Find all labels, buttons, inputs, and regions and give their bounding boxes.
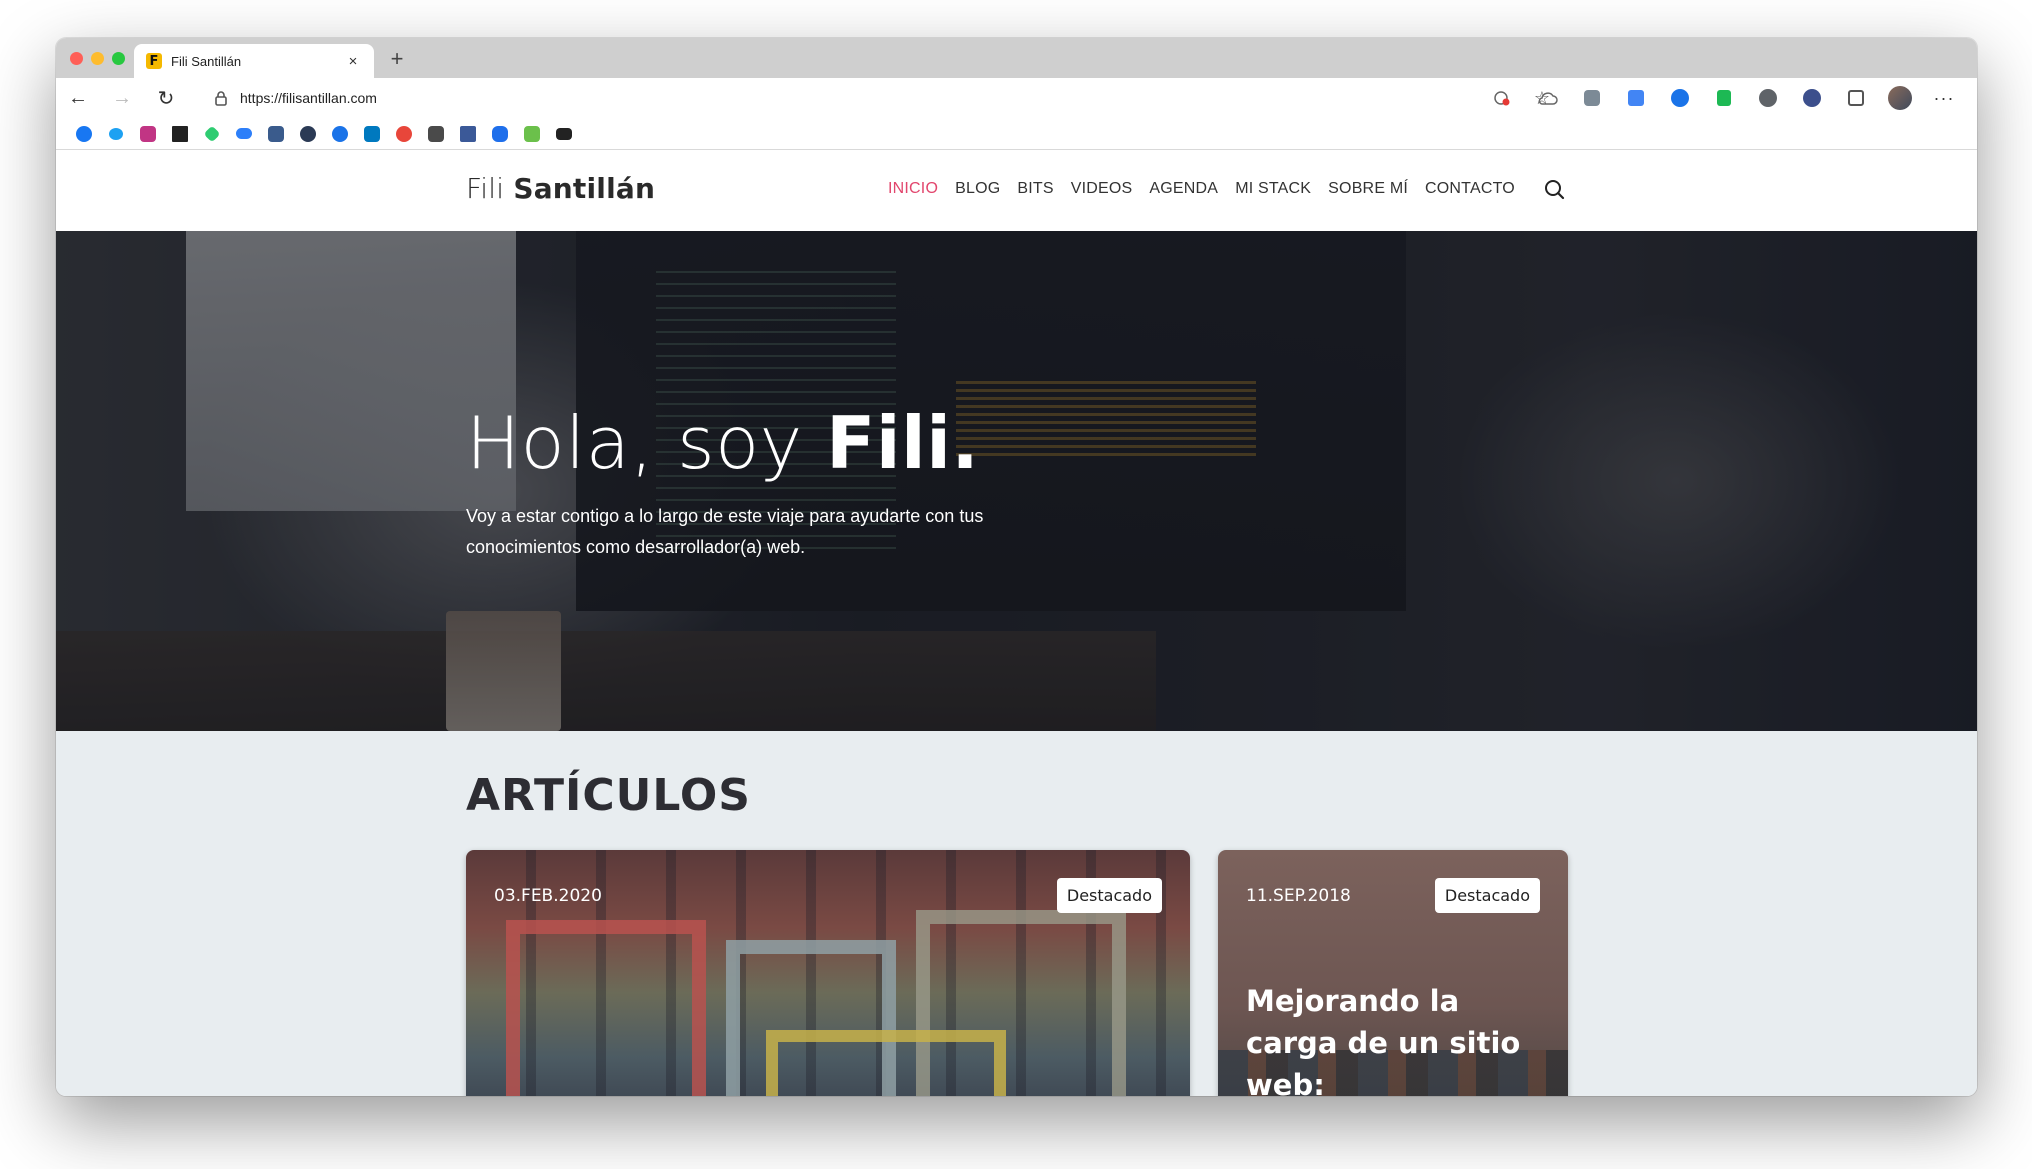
nav-contacto[interactable]: CONTACTO — [1425, 180, 1515, 198]
site-favicon-icon: F — [146, 53, 162, 69]
reload-button[interactable]: ↻ — [144, 78, 188, 118]
bookmark-lt-icon[interactable] — [548, 118, 580, 150]
hero-title-light: Hola, soy — [466, 401, 827, 485]
address-bar[interactable]: https://filisantillan.com ☆ — [200, 82, 1562, 114]
hero-title-bold: Fili. — [826, 401, 980, 485]
bookmark-twitter-icon[interactable] — [100, 118, 132, 150]
bookmark-cloud-icon[interactable] — [228, 118, 260, 150]
maximize-window-button[interactable] — [112, 52, 125, 65]
forward-button[interactable]: → — [100, 78, 144, 118]
hero-title: Hola, soy Fili. — [466, 401, 979, 485]
hero-banner: Hola, soy Fili. Voy a estar contigo a lo… — [56, 231, 1977, 731]
url-text[interactable]: https://filisantillan.com — [240, 90, 1482, 106]
bookmark-facebook-icon[interactable] — [68, 118, 100, 150]
nav-inicio[interactable]: INICIO — [888, 180, 938, 198]
close-window-button[interactable] — [70, 52, 83, 65]
tab-title: Fili Santillán — [171, 53, 242, 69]
lock-icon[interactable] — [214, 90, 228, 106]
nav-sobre-mi[interactable]: SOBRE MÍ — [1328, 180, 1408, 198]
recycle-extension-icon[interactable] — [1570, 78, 1614, 118]
bookmark-tweetdeck-icon[interactable] — [292, 118, 324, 150]
site-header: Fili Santillán INICIO BLOG BITS VIDEOS A… — [56, 150, 1977, 231]
nav-agenda[interactable]: AGENDA — [1149, 180, 1218, 198]
vpn-extension-icon[interactable] — [1702, 78, 1746, 118]
nav-mi-stack[interactable]: MI STACK — [1235, 180, 1311, 198]
hero-subtitle: Voy a estar contigo a lo largo de este v… — [466, 506, 984, 557]
tab-strip: F Fili Santillán × + — [56, 38, 1977, 78]
bookmark-unsplash-icon[interactable] — [164, 118, 196, 150]
main-navigation: INICIO BLOG BITS VIDEOS AGENDA MI STACK … — [888, 180, 1515, 198]
article-date: 11.SEP.2018 — [1246, 886, 1351, 906]
bookmark-chat-icon[interactable] — [484, 118, 516, 150]
bookmark-feedly-icon[interactable] — [196, 118, 228, 150]
back-button[interactable]: ← — [56, 78, 100, 118]
bookmark-at-icon[interactable] — [388, 118, 420, 150]
nav-bits[interactable]: BITS — [1017, 180, 1053, 198]
bookmarks-bar — [56, 118, 1977, 150]
tab-close-icon[interactable]: × — [344, 53, 362, 70]
window-controls — [70, 52, 125, 65]
tracking-prevention-icon[interactable] — [1482, 82, 1522, 114]
bookmark-grammarly-icon[interactable] — [324, 118, 356, 150]
logo-first-name: Fili — [466, 172, 505, 205]
article-date: 03.FEB.2020 — [494, 886, 602, 906]
articles-section-title: ARTÍCULOS — [466, 770, 751, 821]
collections-icon[interactable] — [1834, 78, 1878, 118]
browser-toolbar: ← → ↻ https://filisantillan.com ☆ ··· — [56, 78, 1977, 118]
tab-active[interactable]: F Fili Santillán × — [134, 44, 374, 78]
browser-window: F Fili Santillán × + ← → ↻ https://filis… — [56, 38, 1977, 1096]
logo-last-name: Santillán — [513, 172, 656, 205]
translate-extension-icon[interactable] — [1614, 78, 1658, 118]
profile-avatar[interactable] — [1878, 78, 1922, 118]
bookmark-calendar-icon[interactable] — [420, 118, 452, 150]
minimize-window-button[interactable] — [91, 52, 104, 65]
new-tab-button[interactable]: + — [384, 46, 410, 72]
more-menu-icon[interactable]: ··· — [1922, 78, 1966, 118]
cloud-extension-icon[interactable] — [1526, 78, 1570, 118]
bookmark-mail-icon[interactable] — [260, 118, 292, 150]
hero-overlay — [56, 231, 1977, 731]
web-page: Fili Santillán INICIO BLOG BITS VIDEOS A… — [56, 150, 1977, 1096]
card-image-frame — [766, 1030, 1006, 1096]
article-card[interactable]: 11.SEP.2018 Destacado Mejorando la carga… — [1218, 850, 1568, 1096]
site-logo[interactable]: Fili Santillán — [466, 172, 655, 205]
nav-blog[interactable]: BLOG — [955, 180, 1000, 198]
tools-extension-icon[interactable] — [1790, 78, 1834, 118]
search-icon[interactable] — [1541, 176, 1569, 204]
card-image-frame — [506, 920, 706, 1096]
extensions-bar: ··· — [1526, 78, 1966, 118]
article-card[interactable]: 03.FEB.2020 Destacado — [466, 850, 1190, 1096]
bookmark-trello-icon[interactable] — [356, 118, 388, 150]
bookmark-instagram-icon[interactable] — [132, 118, 164, 150]
nav-videos[interactable]: VIDEOS — [1071, 180, 1133, 198]
article-title[interactable]: Mejorando la carga de un sitio web: — [1246, 980, 1546, 1096]
bookmark-facebook-square-icon[interactable] — [452, 118, 484, 150]
featured-badge: Destacado — [1434, 878, 1540, 913]
bookmark-green-icon[interactable] — [516, 118, 548, 150]
featured-badge: Destacado — [1056, 878, 1162, 913]
password-extension-icon[interactable] — [1658, 78, 1702, 118]
grammar-extension-icon[interactable] — [1746, 78, 1790, 118]
